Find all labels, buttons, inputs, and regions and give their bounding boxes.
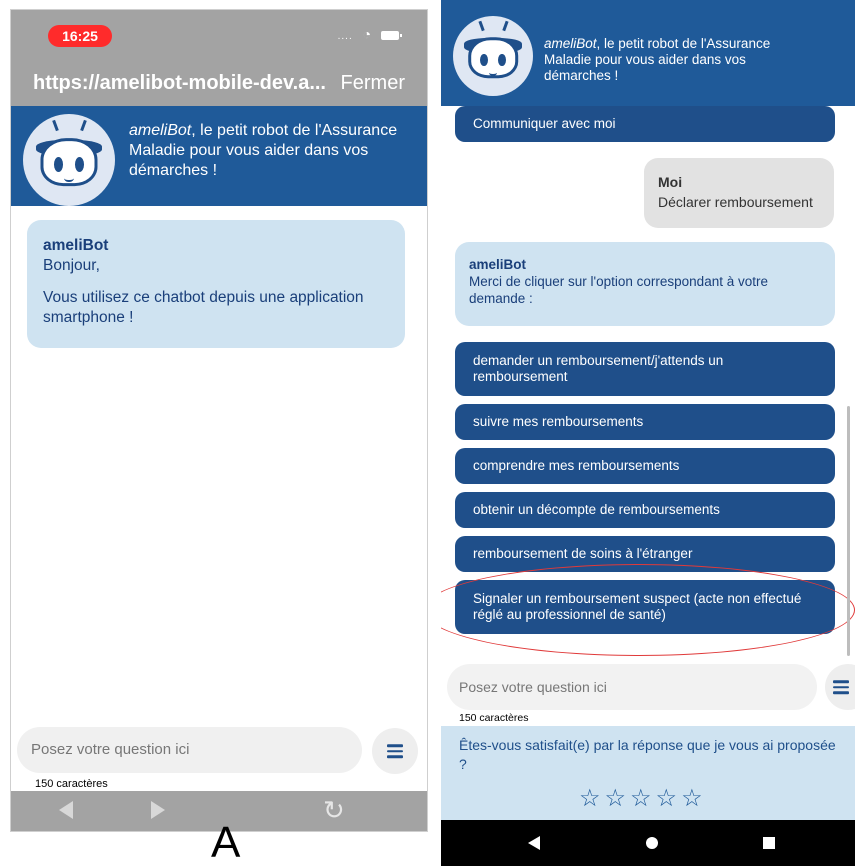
header-title: ameliBot, le petit robot de l'Assurance … [129, 121, 409, 181]
message-text: Merci de cliquer sur l'option correspond… [469, 274, 768, 306]
status-bar: 16:25 .... ◔ [11, 10, 427, 58]
back-icon[interactable] [528, 836, 540, 850]
wifi-icon: ◔ [362, 26, 372, 42]
menu-button[interactable] [825, 664, 855, 710]
status-icons: .... ◔ [337, 26, 402, 42]
option-button[interactable]: suivre mes remboursements [455, 404, 835, 440]
question-input[interactable]: Posez votre question ici [447, 664, 817, 710]
back-arrow-icon[interactable] [59, 801, 73, 819]
message-sender: Moi [658, 174, 683, 190]
chat-header: ameliBot, le petit robot de l'Assurance … [11, 106, 427, 206]
satisfaction-question: Êtes-vous satisfait(e) par la réponse qu… [459, 737, 836, 772]
android-nav-bar [441, 820, 855, 866]
phone-a-screen: 16:25 .... ◔ https://amelibot-mobile-dev… [10, 9, 428, 832]
message-text: Déclarer remboursement [658, 194, 813, 210]
browser-bar: https://amelibot-mobile-dev.a... Fermer [11, 58, 427, 106]
chat-header: ameliBot, le petit robot de l'Assurance … [441, 0, 855, 106]
figure-label-a: A [211, 818, 241, 867]
menu-button[interactable] [372, 728, 418, 774]
bot-message-bubble: ameliBot Bonjour, Vous utilisez ce chatb… [27, 220, 405, 348]
char-counter: 150 caractères [459, 712, 529, 724]
message-sender: ameliBot [469, 257, 527, 272]
home-icon[interactable] [646, 837, 658, 849]
user-message-bubble: Moi Déclarer remboursement [644, 158, 834, 228]
hamburger-icon [387, 741, 403, 761]
forward-arrow-icon[interactable] [151, 801, 165, 819]
option-button[interactable]: comprendre mes remboursements [455, 448, 835, 484]
hamburger-icon [833, 677, 849, 697]
status-time: 16:25 [48, 25, 112, 47]
brand-name: ameliBot [544, 36, 597, 51]
star-rating[interactable]: ☆☆☆☆☆ [579, 784, 707, 813]
highlight-ellipse [441, 564, 855, 656]
recent-apps-icon[interactable] [763, 837, 775, 849]
message-greeting: Bonjour, [43, 257, 100, 274]
amelibot-avatar [23, 114, 115, 206]
option-communiquer[interactable]: Communiquer avec moi [455, 106, 835, 142]
url-text[interactable]: https://amelibot-mobile-dev.a... [33, 72, 326, 95]
battery-icon [381, 30, 402, 40]
message-sender: ameliBot [43, 237, 109, 254]
close-button[interactable]: Fermer [341, 72, 405, 95]
message-text: Vous utilisez ce chatbot depuis une appl… [43, 289, 364, 326]
amelibot-avatar [453, 16, 533, 96]
signal-icon: .... [337, 31, 353, 42]
header-title: ameliBot, le petit robot de l'Assurance … [544, 36, 804, 84]
phone-b-screen: ameliBot, le petit robot de l'Assurance … [441, 0, 855, 866]
char-counter: 150 caractères [35, 778, 108, 790]
question-input[interactable]: Posez votre question ici [17, 727, 362, 773]
chat-area: Communiquer avec moi Moi Déclarer rembou… [441, 106, 855, 660]
bot-message-bubble: ameliBot Merci de cliquer sur l'option c… [455, 242, 835, 326]
reload-icon[interactable]: ↻ [323, 795, 345, 826]
brand-name: ameliBot [129, 122, 192, 139]
option-button[interactable]: obtenir un décompte de remboursements [455, 492, 835, 528]
option-button[interactable]: demander un remboursement/j'attends un r… [455, 342, 835, 396]
scrollbar[interactable] [847, 406, 850, 656]
satisfaction-panel: Êtes-vous satisfait(e) par la réponse qu… [441, 726, 855, 820]
